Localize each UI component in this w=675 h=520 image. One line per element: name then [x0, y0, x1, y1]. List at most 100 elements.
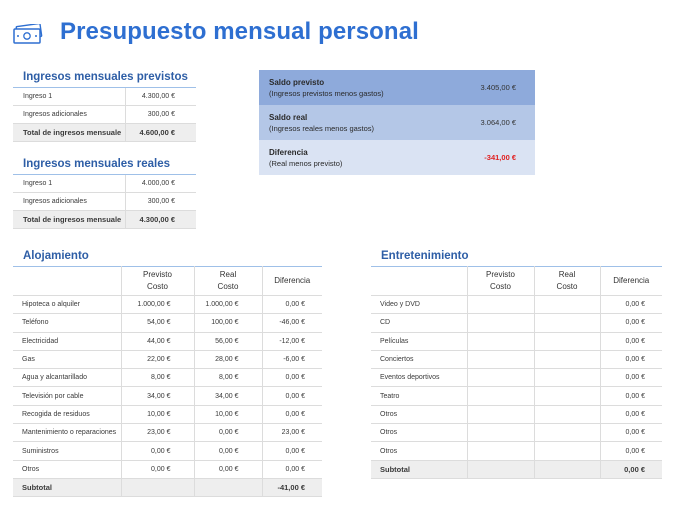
diferencia-cell: 0,00 € [600, 332, 662, 351]
header-costo-label: Costo [490, 281, 511, 291]
real-cell[interactable] [534, 313, 601, 333]
header-previsto-label: Previsto [486, 269, 515, 279]
income-value[interactable]: 4.300,00 € [125, 88, 196, 106]
table-row: Electricidad 44,00 €56,00 € -12,00 € [13, 332, 322, 351]
previsto-cell[interactable]: 0,00 € [121, 460, 195, 479]
previsto-cell[interactable] [467, 350, 535, 370]
row-label: Teatro [371, 386, 468, 406]
real-cell[interactable]: 1.000,00 € [194, 295, 263, 315]
saldo-real-value[interactable]: 3.064,00 € [436, 118, 535, 127]
row-label: Suministros [13, 441, 122, 461]
total-value: 4.600,00 € [125, 123, 196, 142]
diferencia-cell: 0,00 € [262, 386, 322, 406]
previsto-cell[interactable] [467, 405, 535, 425]
real-cell[interactable] [534, 332, 601, 351]
diferencia-cell: 0,00 € [600, 295, 662, 315]
diferencia-subtitle: (Real menos previsto) [269, 158, 343, 168]
alojamiento-table: Previsto Costo Real Costo Diferencia Hipoteca… [13, 266, 322, 498]
income-value[interactable]: 300,00 € [125, 192, 196, 211]
real-cell[interactable] [534, 295, 601, 315]
previsto-cell[interactable] [467, 368, 535, 388]
real-cell[interactable] [534, 405, 601, 425]
real-cell[interactable]: 0,00 € [194, 441, 263, 461]
income-label: Ingresos adicionales [13, 192, 126, 211]
diferencia-cell: -12,00 € [262, 332, 322, 351]
table-header: Previsto Costo Real Costo Diferencia [13, 266, 322, 296]
row-label: Televisión por cable [13, 386, 122, 406]
row-label: Otros [371, 405, 468, 425]
table-row: CD 0,00 € [371, 313, 662, 333]
previsto-cell[interactable]: 8,00 € [121, 368, 195, 388]
header-blank [371, 266, 468, 296]
diferencia-cell: 0,00 € [600, 386, 662, 406]
header-real: Real Costo [534, 266, 601, 296]
table-row: Otros 0,00 € [371, 405, 662, 425]
entretenimiento-title: Entretenimiento [381, 250, 469, 262]
diferencia-cell: -6,00 € [262, 350, 322, 370]
previsto-cell[interactable] [467, 386, 535, 406]
real-cell[interactable] [534, 386, 601, 406]
real-cell[interactable]: 100,00 € [194, 313, 263, 333]
header-real-label: Real [219, 269, 237, 279]
real-cell[interactable]: 28,00 € [194, 350, 263, 370]
row-label: Otros [371, 441, 468, 461]
saldo-previsto-subtitle: (Ingresos previstos menos gastos) [269, 88, 384, 98]
real-cell[interactable]: 8,00 € [194, 368, 263, 388]
ingresos-previstos-table: Ingreso 1 4.300,00 € Ingresos adicionales 3… [13, 88, 196, 142]
diferencia-cell: 0,00 € [600, 313, 662, 333]
real-cell[interactable]: 34,00 € [194, 386, 263, 406]
real-cell[interactable]: 0,00 € [194, 460, 263, 479]
header-previsto: Previsto Costo [467, 266, 535, 296]
real-cell[interactable] [534, 368, 601, 388]
saldo-previsto-row: Saldo previsto (Ingresos previstos menos … [259, 70, 535, 105]
header-diferencia: Diferencia [600, 266, 662, 296]
previsto-cell[interactable] [467, 313, 535, 333]
table-row: Gas 22,00 €28,00 € -6,00 € [13, 350, 322, 370]
header-previsto-label: Previsto [143, 269, 172, 279]
table-row: Otros 0,00 €0,00 €0,00 € [13, 460, 322, 479]
previsto-cell[interactable]: 44,00 € [121, 332, 195, 351]
table-row: Conciertos 0,00 € [371, 350, 662, 370]
table-row: Video y DVD 0,00 € [371, 295, 662, 315]
previsto-cell[interactable]: 0,00 € [121, 441, 195, 461]
diferencia-row: Diferencia (Real menos previsto) -341,00 … [259, 140, 535, 175]
real-cell[interactable]: 56,00 € [194, 332, 263, 351]
total-label: Total de ingresos mensuale [13, 123, 126, 142]
table-row: Otros 0,00 € [371, 423, 662, 443]
real-cell[interactable] [534, 350, 601, 370]
previsto-cell[interactable]: 34,00 € [121, 386, 195, 406]
table-row: Ingreso 1 4.300,00 € [13, 88, 196, 106]
previsto-cell[interactable] [467, 423, 535, 443]
real-cell[interactable]: 0,00 € [194, 423, 263, 443]
table-row: Eventos deportivos 0,00 € [371, 368, 662, 388]
diferencia-cell: 0,00 € [600, 441, 662, 461]
row-label: Mantenimiento o reparaciones [13, 423, 122, 443]
total-row: Total de ingresos mensuale 4.300,00 € [13, 210, 196, 229]
previsto-cell[interactable] [467, 295, 535, 315]
saldo-previsto-value[interactable]: 3.405,00 € [436, 83, 535, 92]
row-label: Conciertos [371, 350, 468, 370]
total-label: Total de ingresos mensuale [13, 210, 126, 229]
previsto-cell[interactable]: 54,00 € [121, 313, 195, 333]
real-cell[interactable]: 10,00 € [194, 405, 263, 425]
diferencia-cell: 0,00 € [600, 423, 662, 443]
subtotal-previsto [467, 460, 535, 479]
previsto-cell[interactable]: 10,00 € [121, 405, 195, 425]
real-cell[interactable] [534, 441, 601, 461]
previsto-cell[interactable] [467, 332, 535, 351]
income-value[interactable]: 300,00 € [125, 105, 196, 124]
diferencia-value[interactable]: -341,00 € [436, 153, 535, 162]
previsto-cell[interactable]: 22,00 € [121, 350, 195, 370]
real-cell[interactable] [534, 423, 601, 443]
income-label: Ingresos adicionales [13, 105, 126, 124]
row-label: CD [371, 313, 468, 333]
table-row: Ingresos adicionales 300,00 € [13, 105, 196, 124]
previsto-cell[interactable] [467, 441, 535, 461]
saldo-real-title: Saldo real [269, 112, 308, 122]
previsto-cell[interactable]: 23,00 € [121, 423, 195, 443]
income-value[interactable]: 4.000,00 € [125, 175, 196, 193]
header-costo-label: Costo [556, 281, 578, 291]
table-row: Agua y alcantarillado 8,00 €8,00 €0,00 € [13, 368, 322, 388]
ingresos-previstos-title: Ingresos mensuales previstos [23, 71, 188, 83]
previsto-cell[interactable]: 1.000,00 € [121, 295, 195, 315]
